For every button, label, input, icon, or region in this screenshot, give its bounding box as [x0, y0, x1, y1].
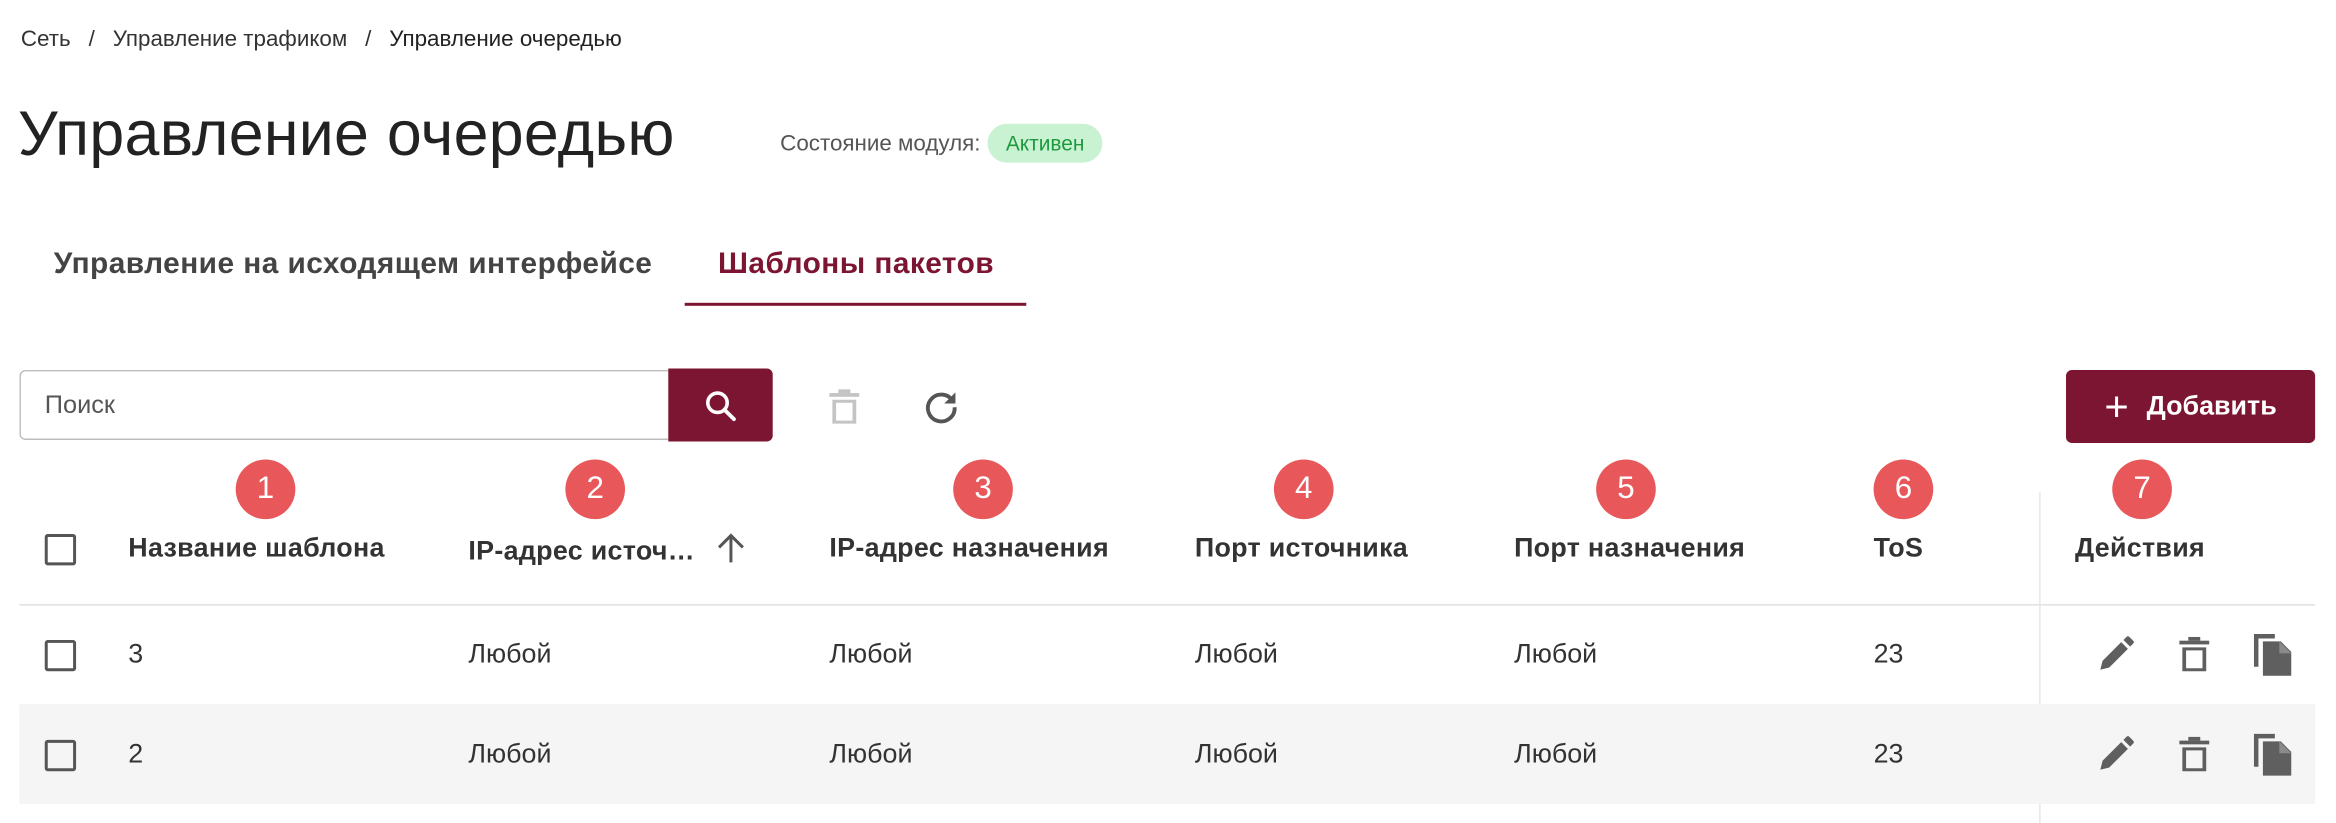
search-bar: [19, 368, 773, 443]
column-source-ip[interactable]: IP-адрес источ…: [468, 533, 747, 567]
edit-icon: [2100, 636, 2134, 670]
copy-button[interactable]: [2251, 732, 2296, 777]
status-badge: Активен: [987, 123, 1103, 163]
column-template-name[interactable]: Название шаблона: [128, 533, 384, 564]
column-source-port[interactable]: Порт источника: [1195, 533, 1408, 564]
delete-icon: [2179, 636, 2210, 672]
cell-destination-ip: Любой: [829, 638, 913, 669]
cell-destination-port: Любой: [1514, 738, 1598, 769]
column-tos[interactable]: ToS: [1874, 533, 1924, 564]
cell-tos: 23: [1873, 638, 1904, 669]
cell-destination-ip: Любой: [829, 738, 913, 769]
plus-icon: +: [2104, 382, 2129, 429]
search-button[interactable]: [668, 368, 773, 442]
add-button-label: Добавить: [2146, 390, 2277, 421]
cell-source-port: Любой: [1194, 738, 1278, 769]
copy-icon: [2253, 633, 2292, 676]
add-button[interactable]: + Добавить: [2066, 369, 2316, 444]
table-header: Название шаблона IP-адрес источ… IP-адре…: [19, 492, 2316, 823]
copy-icon: [2253, 733, 2292, 776]
column-actions: Действия: [2074, 532, 2206, 563]
edit-button[interactable]: [2093, 732, 2138, 777]
tabs: Управление на исходящем интерфейсе Шабло…: [21, 236, 1027, 306]
row-checkbox[interactable]: [44, 639, 77, 672]
tab-packet-templates[interactable]: Шаблоны пакетов: [685, 236, 1027, 306]
sort-ascending-icon: [718, 533, 745, 563]
refresh-icon: [925, 392, 957, 424]
cell-destination-port: Любой: [1514, 638, 1598, 669]
search-icon: [706, 390, 736, 421]
edit-button[interactable]: [2093, 632, 2138, 677]
delete-icon: [2179, 736, 2210, 772]
search-input[interactable]: [19, 369, 669, 441]
tab-egress-interface[interactable]: Управление на исходящем интерфейсе: [21, 236, 685, 306]
cell-source-ip: Любой: [468, 738, 552, 769]
breadcrumb-separator: /: [365, 26, 372, 53]
cell-source-port: Любой: [1194, 638, 1278, 669]
breadcrumb-network[interactable]: Сеть: [21, 27, 71, 52]
delete-button[interactable]: [2172, 632, 2217, 677]
bulk-delete-button[interactable]: [822, 385, 867, 430]
breadcrumb: Сеть / Управление трафиком / Управление …: [21, 27, 622, 52]
row-checkbox[interactable]: [44, 739, 77, 772]
breadcrumb-separator: /: [88, 26, 95, 53]
column-destination-port[interactable]: Порт назначения: [1514, 533, 1745, 564]
breadcrumb-traffic-management[interactable]: Управление трафиком: [113, 27, 348, 52]
select-all-checkbox[interactable]: [44, 534, 77, 566]
page-title: Управление очередью: [17, 98, 675, 169]
cell-template-name: 2: [128, 738, 144, 769]
edit-icon: [2100, 736, 2134, 770]
delete-icon: [829, 389, 860, 424]
module-state-label: Состояние модуля:: [780, 130, 981, 156]
delete-button[interactable]: [2172, 732, 2217, 777]
column-destination-ip[interactable]: IP-адрес назначения: [829, 533, 1109, 564]
table-row[interactable]: 2 Любой Любой Любой Любой 23: [19, 704, 2316, 805]
refresh-button[interactable]: [919, 385, 964, 430]
page: Сеть / Управление трафиком / Управление …: [0, 0, 2336, 823]
cell-template-name: 3: [128, 638, 144, 669]
table-row[interactable]: 3 Любой Любой Любой Любой 23: [19, 604, 2315, 704]
cell-source-ip: Любой: [468, 638, 552, 669]
column-source-ip-label: IP-адрес источ…: [468, 535, 695, 566]
module-state: Состояние модуля: Активен: [780, 123, 1103, 163]
copy-button[interactable]: [2251, 632, 2296, 677]
breadcrumb-queue-management: Управление очередью: [389, 26, 622, 53]
cell-tos: 23: [1873, 738, 1904, 769]
